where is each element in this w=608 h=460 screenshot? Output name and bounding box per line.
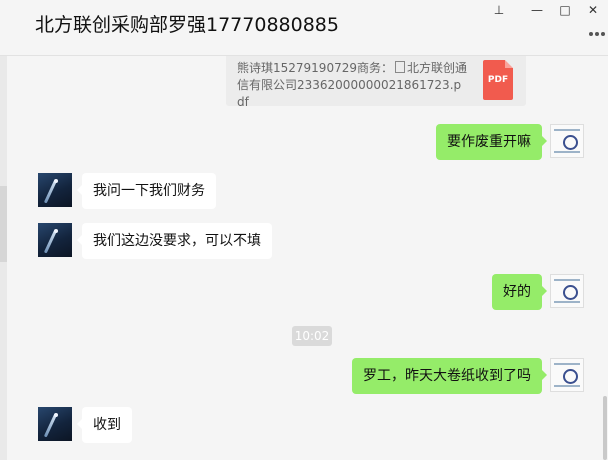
file-message-text: 熊诗琪15279190729商务： 北方联创通 信有限公司233620000000…	[237, 60, 467, 111]
file-name-line: 信有限公司23362000000021861723.pdf	[237, 78, 462, 109]
document-icon	[394, 61, 405, 73]
message-bubble-incoming[interactable]: 我们这边没要求，可以不填	[77, 223, 272, 259]
message-bubble-outgoing[interactable]: 好的	[492, 274, 547, 310]
maximize-button[interactable]: □	[552, 1, 578, 19]
pdf-icon-label: PDF	[487, 75, 509, 85]
my-avatar[interactable]	[550, 124, 584, 158]
left-panel-scroll-thumb[interactable]	[0, 186, 7, 262]
message-bubble-outgoing[interactable]: 要作废重开嘛	[436, 124, 547, 160]
close-button[interactable]: ✕	[580, 1, 606, 19]
pdf-corner-fold	[505, 60, 513, 68]
file-sender-line: 熊诗琪15279190729商务：	[237, 61, 393, 75]
contact-avatar[interactable]	[38, 223, 72, 257]
contact-avatar[interactable]	[38, 407, 72, 441]
file-message-card[interactable]: 熊诗琪15279190729商务： 北方联创通 信有限公司233620000000…	[226, 56, 526, 109]
minimize-button[interactable]: —	[524, 1, 550, 19]
message-timestamp: 10:02	[292, 326, 332, 346]
pdf-file-icon: PDF	[483, 60, 513, 100]
contact-avatar[interactable]	[38, 173, 72, 207]
my-avatar[interactable]	[550, 358, 584, 392]
message-bubble-outgoing[interactable]: 罗工，昨天大卷纸收到了吗	[352, 358, 547, 394]
chat-scrollbar[interactable]	[603, 396, 607, 460]
more-options-icon[interactable]	[587, 28, 607, 40]
file-name-prefix: 北方联创通	[406, 61, 467, 75]
chat-title: 北方联创采购部罗强17770880885	[35, 14, 339, 36]
pin-icon[interactable]: ⊥	[486, 1, 512, 19]
message-bubble-incoming[interactable]: 收到	[77, 407, 132, 443]
my-avatar[interactable]	[550, 274, 584, 308]
message-bubble-incoming[interactable]: 我问一下我们财务	[77, 173, 216, 209]
title-bar: 北方联创采购部罗强17770880885 ⊥ — □ ✕	[0, 0, 608, 56]
